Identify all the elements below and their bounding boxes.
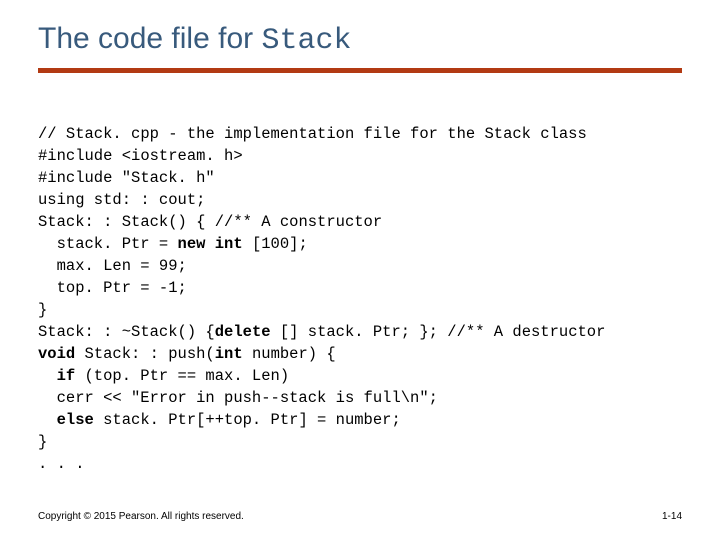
code-line: cerr << "Error in push--stack is full\n"… (57, 389, 438, 407)
slide: The code file for Stack // Stack. cpp - … (0, 0, 720, 540)
code-line: number) { (252, 345, 336, 363)
title-prefix: The code file for (38, 22, 261, 55)
code-line: stack. Ptr[++top. Ptr] = number; (103, 411, 401, 429)
title-mono: Stack (261, 24, 351, 58)
title-underline (38, 68, 682, 73)
copyright: Copyright © 2015 Pearson. All rights res… (38, 511, 244, 522)
code-line: [] stack. Ptr; }; //** A destructor (280, 323, 606, 341)
code-line: . . . (38, 455, 85, 473)
code-line: stack. Ptr = (57, 235, 178, 253)
code-line: (top. Ptr == max. Len) (85, 367, 290, 385)
code-line: } (38, 301, 47, 319)
code-block: // Stack. cpp - the implementation file … (38, 101, 682, 475)
code-keyword: if (57, 367, 85, 385)
code-line: using std: : cout; (38, 191, 205, 209)
code-line: #include <iostream. h> (38, 147, 243, 165)
code-line: Stack: : ~Stack() { (38, 323, 215, 341)
code-keyword: void (38, 345, 85, 363)
code-line: #include "Stack. h" (38, 169, 215, 187)
slide-title: The code file for Stack (38, 22, 682, 58)
code-line: [100]; (252, 235, 308, 253)
footer: Copyright © 2015 Pearson. All rights res… (38, 511, 682, 522)
code-keyword: else (57, 411, 104, 429)
code-line: Stack: : push( (85, 345, 215, 363)
code-keyword: delete (215, 323, 280, 341)
code-line: // Stack. cpp - the implementation file … (38, 125, 587, 143)
code-line: } (38, 433, 47, 451)
code-keyword: new int (178, 235, 252, 253)
code-keyword: int (215, 345, 252, 363)
code-line: Stack: : Stack() { //** A constructor (38, 213, 382, 231)
page-number: 1-14 (662, 511, 682, 522)
code-line: max. Len = 99; (57, 257, 187, 275)
code-line: top. Ptr = -1; (57, 279, 187, 297)
